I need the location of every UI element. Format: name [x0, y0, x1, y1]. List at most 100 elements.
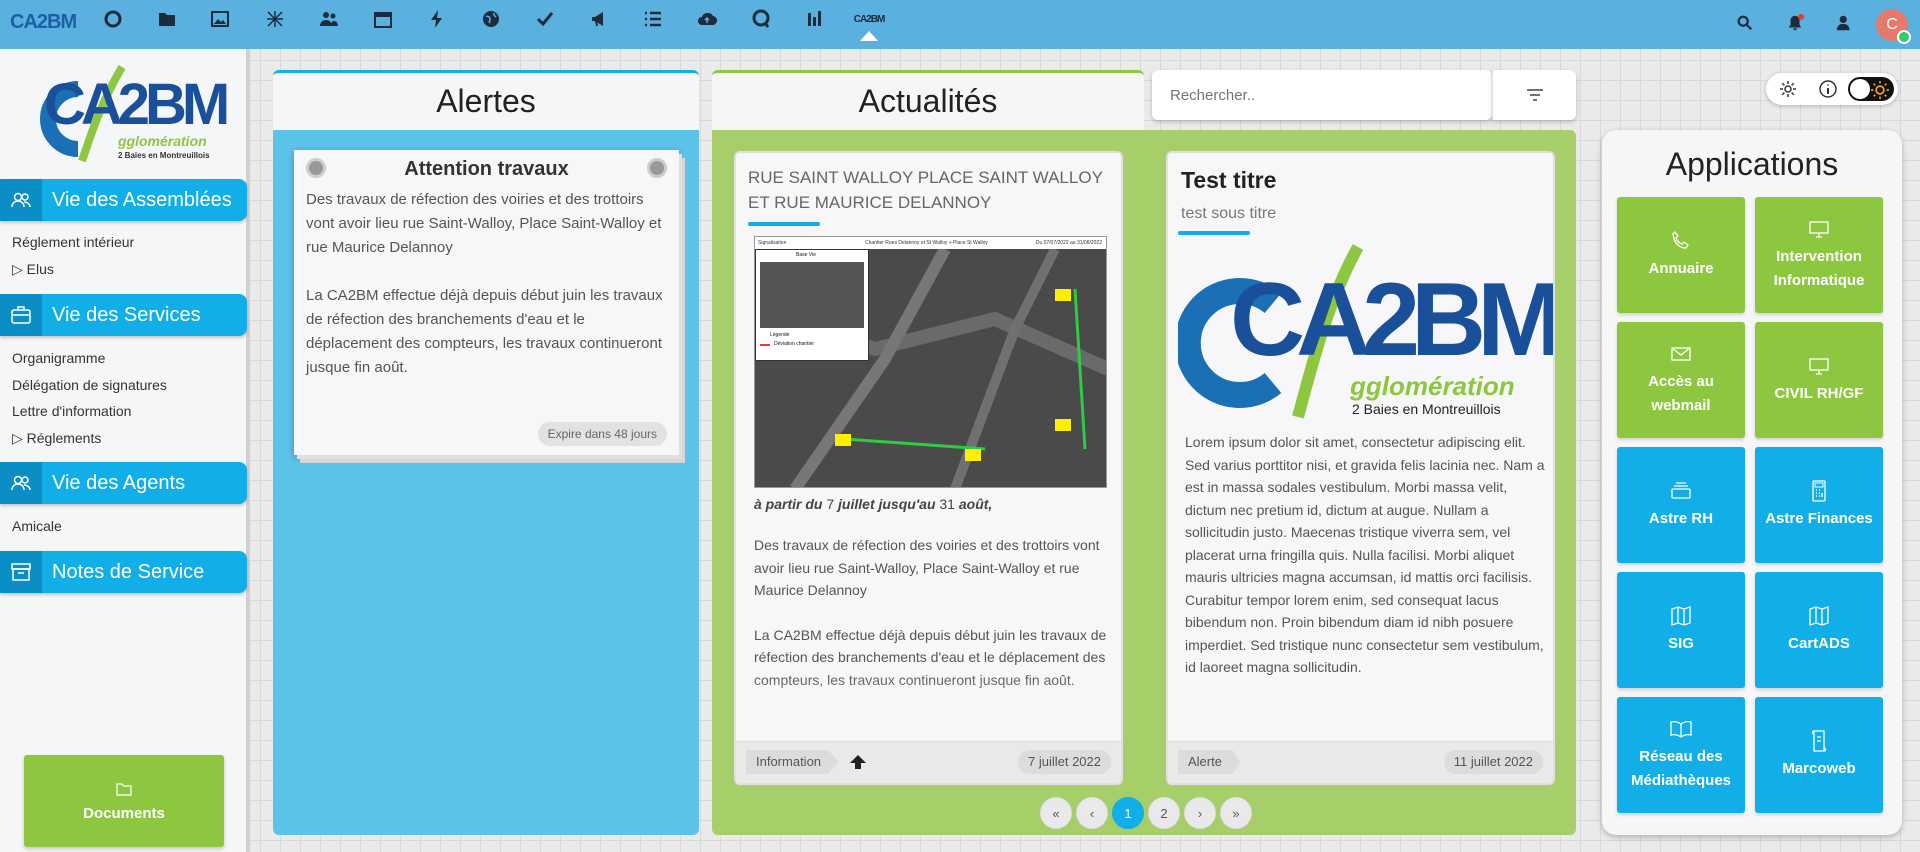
app-label: CIVIL RH/GF: [1774, 385, 1864, 402]
date-text: juillet jusqu'au: [834, 496, 940, 512]
date-number: 31: [939, 496, 955, 512]
news-header: Actualités: [712, 70, 1144, 130]
info-icon[interactable]: [1814, 77, 1842, 101]
map-icon: [1671, 606, 1691, 626]
link-lettre-information[interactable]: Lettre d'information: [12, 403, 131, 419]
title-underline: [1178, 231, 1250, 235]
link-elus[interactable]: ▷ Elus: [12, 261, 54, 278]
avatar-initial: C: [1886, 16, 1898, 33]
megaphone-icon[interactable]: [579, 4, 619, 34]
link-reglements[interactable]: ▷ Réglements: [12, 430, 101, 447]
applications-title: Applications: [1665, 146, 1839, 182]
bar-chart-icon[interactable]: [795, 4, 835, 34]
documents-button[interactable]: Documents: [24, 755, 224, 847]
logo-tagline: 2 Baies en Montreuillois: [118, 151, 210, 160]
news-card[interactable]: Test titre test sous titre CA2BM gglomér…: [1166, 151, 1555, 785]
works-map-image[interactable]: Signalisation Chantier Rues Delannoy et …: [754, 236, 1107, 488]
section-label: Vie des Services: [52, 303, 201, 326]
pagination-last[interactable]: »: [1220, 797, 1252, 829]
monitor-icon: [1809, 358, 1829, 375]
app-intervention-informatique[interactable]: Intervention Informatique: [1755, 197, 1883, 313]
app-astre-rh[interactable]: Astre RH: [1617, 447, 1745, 563]
settings-bar: [1766, 73, 1898, 105]
section-vie-des-assemblees[interactable]: Vie des Assemblées: [0, 179, 247, 221]
link-organigramme[interactable]: Organigramme: [12, 350, 105, 366]
logo-main-text: CA2BM: [44, 72, 230, 137]
top-logo[interactable]: CA2BM: [10, 7, 77, 37]
gear-icon[interactable]: [1774, 77, 1802, 101]
app-civil-rh-gf[interactable]: CIVIL RH/GF: [1755, 322, 1883, 438]
globe-icon[interactable]: [471, 4, 511, 34]
alert-card[interactable]: Attention travaux Des travaux de réfecti…: [294, 150, 679, 455]
user-icon[interactable]: [1830, 8, 1860, 38]
pagination-next[interactable]: ›: [1184, 797, 1216, 829]
section-vie-des-agents[interactable]: Vie des Agents: [0, 462, 247, 504]
phone-icon: [1672, 231, 1689, 249]
cloud-upload-icon[interactable]: [687, 4, 727, 34]
check-icon[interactable]: [525, 4, 565, 34]
users-icon: [0, 462, 42, 504]
circle-icon[interactable]: [93, 4, 133, 34]
ca2bm-logo: CA2BM gglomération 2 Baies en Montreuill…: [22, 61, 230, 171]
ca2bm-icon[interactable]: CA2BM: [849, 4, 889, 34]
folder-icon[interactable]: [147, 4, 187, 34]
theme-toggle[interactable]: [1848, 77, 1894, 101]
app-cartads[interactable]: CartADS: [1755, 572, 1883, 688]
map-inset: Base Vie Légende Déviation chantier: [755, 249, 869, 361]
news-card-footer: Information 7 juillet 2022: [736, 741, 1121, 783]
news-body: Des travaux de réfection des voiries et …: [754, 534, 1109, 691]
alerts-header: Alertes: [273, 70, 699, 130]
app-acces-webmail[interactable]: Accès au webmail: [1617, 322, 1745, 438]
bolt-icon[interactable]: [417, 4, 457, 34]
link-reglement-interieur[interactable]: Réglement intérieur: [12, 234, 134, 250]
app-reseau-mediatheques[interactable]: Réseau des Médiathèques: [1617, 697, 1745, 813]
chat-icon[interactable]: [741, 4, 781, 34]
app-label: Astre Finances: [1765, 510, 1873, 527]
app-sig[interactable]: SIG: [1617, 572, 1745, 688]
logo-sub-text: gglomération: [118, 133, 207, 149]
filter-button[interactable]: [1492, 70, 1576, 120]
monitor-icon: [1809, 221, 1829, 238]
section-notes-de-service[interactable]: Notes de Service: [0, 551, 247, 593]
bell-icon[interactable]: [1780, 8, 1810, 38]
users-icon[interactable]: [309, 4, 349, 34]
mail-icon: [1671, 347, 1691, 361]
calendar-icon[interactable]: [363, 4, 403, 34]
news-card-subtitle: test sous titre: [1181, 205, 1277, 222]
section-label: Vie des Agents: [52, 471, 186, 494]
pagination-page-2[interactable]: 2: [1148, 797, 1180, 829]
pagination-page-1[interactable]: 1: [1112, 797, 1144, 829]
news-body: Lorem ipsum dolor sit amet, consectetur …: [1185, 434, 1545, 675]
section-vie-des-services[interactable]: Vie des Services: [0, 294, 247, 336]
alert-paragraph: Des travaux de réfection des voiries et …: [306, 191, 662, 256]
list-icon[interactable]: [633, 4, 673, 34]
search-icon[interactable]: [1730, 8, 1760, 38]
app-annuaire[interactable]: Annuaire: [1617, 197, 1745, 313]
map-header-left: Signalisation: [758, 240, 787, 246]
map-header-right: Du 07/07/2022 au 31/08/2022: [1035, 240, 1102, 246]
link-amicale[interactable]: Amicale: [12, 518, 62, 534]
app-label: SIG: [1668, 635, 1694, 652]
app-label: Annuaire: [1648, 260, 1714, 277]
news-card-title: RUE SAINT WALLOY PLACE SAINT WALLOY ET R…: [748, 168, 1103, 212]
map-inset-photo: [760, 262, 864, 328]
search-input[interactable]: [1152, 70, 1492, 120]
news-card[interactable]: RUE SAINT WALLOY PLACE SAINT WALLOY ET R…: [734, 151, 1123, 785]
image-icon[interactable]: [200, 4, 240, 34]
ca2bm-icon-text: CA2BM: [853, 13, 886, 25]
arrow-up-icon[interactable]: [848, 752, 868, 777]
app-label: Marcoweb: [1782, 760, 1856, 777]
app-astre-finances[interactable]: Astre Finances: [1755, 447, 1883, 563]
news-card-footer: Alerte 11 juillet 2022: [1168, 741, 1553, 783]
section-label: Vie des Assemblées: [52, 188, 232, 211]
fade-overlay: [1168, 673, 1553, 745]
book-icon: [1670, 720, 1692, 738]
search-box[interactable]: [1152, 70, 1492, 120]
alert-paragraph: La CA2BM effectue déjà depuis début juin…: [306, 287, 663, 376]
avatar[interactable]: C: [1876, 9, 1911, 44]
link-delegation-signatures[interactable]: Délégation de signatures: [12, 377, 167, 393]
app-marcoweb[interactable]: Marcoweb: [1755, 697, 1883, 813]
pagination-prev[interactable]: ‹: [1076, 797, 1108, 829]
network-icon[interactable]: [255, 4, 295, 34]
pagination-first[interactable]: «: [1040, 797, 1072, 829]
